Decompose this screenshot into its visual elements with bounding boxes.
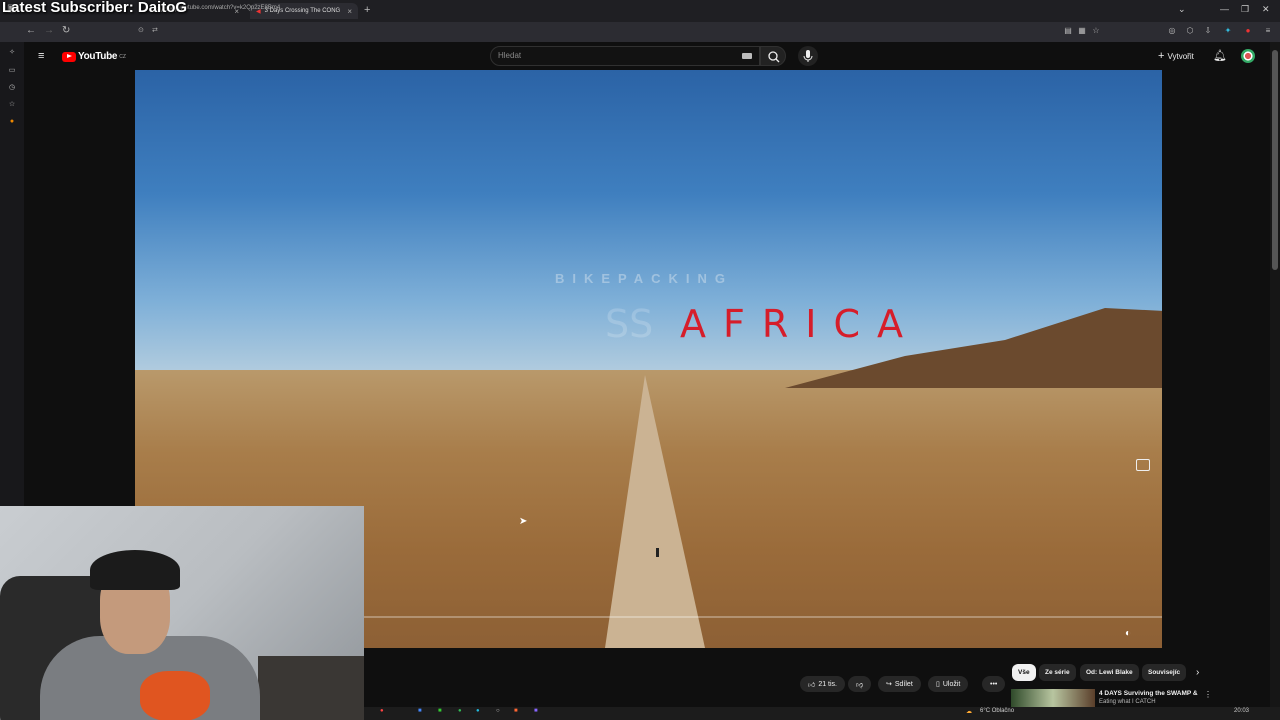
- taskbar-app-icon[interactable]: ■: [514, 708, 518, 714]
- video-overlay-subtitle: BIKEPACKING: [555, 271, 734, 286]
- picture-icon[interactable]: ▤: [1062, 26, 1074, 38]
- chip-related[interactable]: Souvisejíc: [1142, 664, 1187, 681]
- related-more-icon[interactable]: ⋮: [1204, 690, 1212, 699]
- like-count: 21 tis.: [818, 680, 838, 688]
- share-label: Sdílet: [894, 680, 913, 688]
- taskbar-app-icon[interactable]: ■: [438, 708, 442, 714]
- translate-icon[interactable]: ✦: [1222, 26, 1234, 38]
- new-tab-icon[interactable]: +: [364, 4, 370, 16]
- tab-search-icon[interactable]: ⌄: [1178, 4, 1186, 15]
- taskbar-app-icon[interactable]: ●: [476, 708, 480, 714]
- stream-overlay-title: Latest Subscriber: DaitoG: [2, 0, 188, 16]
- video-frame-cyclist: [656, 548, 659, 557]
- notifications-bell-icon[interactable]: 🔔︎: [1213, 49, 1227, 62]
- bookmarks-icon[interactable]: ☆: [7, 100, 17, 110]
- back-icon[interactable]: ←: [26, 25, 36, 36]
- thumbs-up-icon: 👍︎: [808, 681, 816, 689]
- bookmark-star-icon[interactable]: ☆: [1090, 26, 1102, 38]
- taskbar-app-icon[interactable]: ●: [458, 708, 462, 714]
- bookmark-icon: ▯: [936, 681, 940, 688]
- close-window-icon[interactable]: ✕: [1262, 4, 1270, 15]
- like-button[interactable]: 👍︎ 21 tis.: [800, 676, 846, 692]
- webcam-orange-object: [140, 671, 210, 720]
- forward-icon[interactable]: →: [44, 25, 54, 36]
- create-label: Vytvořit: [1167, 51, 1194, 61]
- save-label: Uložit: [942, 680, 961, 688]
- reader-icon[interactable]: ▦: [1076, 26, 1088, 38]
- miniplayer-icon[interactable]: [1136, 459, 1150, 471]
- account-avatar[interactable]: [1241, 49, 1255, 63]
- more-actions-button[interactable]: •••: [982, 676, 1006, 692]
- weather-text[interactable]: 6°C Oblačno: [980, 708, 1014, 714]
- taskbar-app-icon[interactable]: ○: [496, 708, 500, 714]
- thumbs-down-icon: 👎︎: [856, 681, 864, 689]
- youtube-wordmark: YouTube: [78, 51, 118, 62]
- video-overlay-ghost-text: SS: [605, 302, 654, 346]
- more-icon: •••: [990, 680, 998, 688]
- share-icon: ↪: [886, 681, 892, 688]
- youtube-logo[interactable]: YouTube CZ: [62, 51, 126, 62]
- plus-icon: +: [1158, 50, 1165, 62]
- weather-icon: ☁: [966, 709, 972, 715]
- video-progress-bar[interactable]: [364, 616, 1162, 618]
- reload-icon[interactable]: ↻: [62, 25, 70, 36]
- scrollbar-thumb[interactable]: [1272, 50, 1278, 270]
- wallet-icon[interactable]: ▭: [7, 66, 17, 76]
- related-video-thumbnail[interactable]: [1011, 689, 1095, 707]
- clock[interactable]: 20:03: [1234, 708, 1249, 714]
- download-icon[interactable]: ⇩: [1202, 26, 1214, 38]
- mic-icon: [803, 50, 813, 62]
- tune-icon[interactable]: ⇄: [152, 26, 158, 34]
- search-button[interactable]: [760, 46, 786, 66]
- record-icon[interactable]: ●: [1242, 26, 1254, 38]
- chip-channel[interactable]: Od: Lewi Blake: [1080, 664, 1139, 681]
- youtube-play-icon: [62, 51, 76, 62]
- save-button[interactable]: ▯ Uložit: [928, 676, 969, 692]
- puzzle-icon[interactable]: ⬡: [1184, 26, 1196, 38]
- taskbar-app-icon[interactable]: ●: [380, 708, 384, 714]
- taskbar-app-icon[interactable]: ■: [418, 708, 422, 714]
- chip-all[interactable]: Vše: [1012, 664, 1036, 681]
- restore-icon[interactable]: ❐: [1241, 4, 1249, 15]
- share-button[interactable]: ↪ Sdílet: [878, 676, 921, 692]
- video-frame-road: [605, 375, 705, 648]
- video-overlay-title: AFRICA: [680, 302, 920, 346]
- search-box[interactable]: [490, 46, 760, 66]
- minimize-icon[interactable]: —: [1220, 4, 1229, 14]
- create-button[interactable]: + Vytvořit: [1158, 50, 1194, 62]
- ai-icon[interactable]: ✧: [7, 48, 17, 58]
- related-video-title[interactable]: 4 DAYS Surviving the SWAMP &: [1099, 690, 1198, 697]
- app-icon[interactable]: ●: [7, 118, 17, 128]
- chip-series[interactable]: Ze série: [1039, 664, 1076, 681]
- site-info-icon[interactable]: ⊙: [138, 26, 144, 34]
- history-icon[interactable]: ◷: [7, 83, 17, 93]
- search-input[interactable]: Hledat: [498, 51, 521, 60]
- close-tab-icon[interactable]: ×: [347, 7, 352, 16]
- webcam-person-cap: [90, 550, 180, 590]
- address-bar: [0, 22, 1280, 42]
- mouse-cursor-icon: ➤: [519, 516, 528, 527]
- webcam-box: [258, 656, 364, 720]
- menu-icon[interactable]: ≡: [1262, 26, 1274, 38]
- voice-search-button[interactable]: [798, 46, 818, 66]
- keyboard-icon[interactable]: [742, 53, 752, 59]
- dislike-button[interactable]: 👎︎: [848, 676, 872, 692]
- guide-menu-icon[interactable]: ≡: [38, 50, 44, 62]
- chevron-right-icon[interactable]: ›: [1196, 667, 1199, 678]
- extension-icon[interactable]: ◎: [1166, 26, 1178, 38]
- search-icon: [768, 51, 780, 63]
- region-code: CZ: [119, 53, 126, 60]
- taskbar-app-icon[interactable]: ■: [534, 708, 538, 714]
- autoplay-toggle-icon[interactable]: ◐: [1125, 628, 1131, 639]
- os-taskbar: [364, 707, 1280, 720]
- related-video-subtitle: Eating what I CATCH: [1099, 699, 1156, 705]
- webcam-feed: [0, 506, 364, 720]
